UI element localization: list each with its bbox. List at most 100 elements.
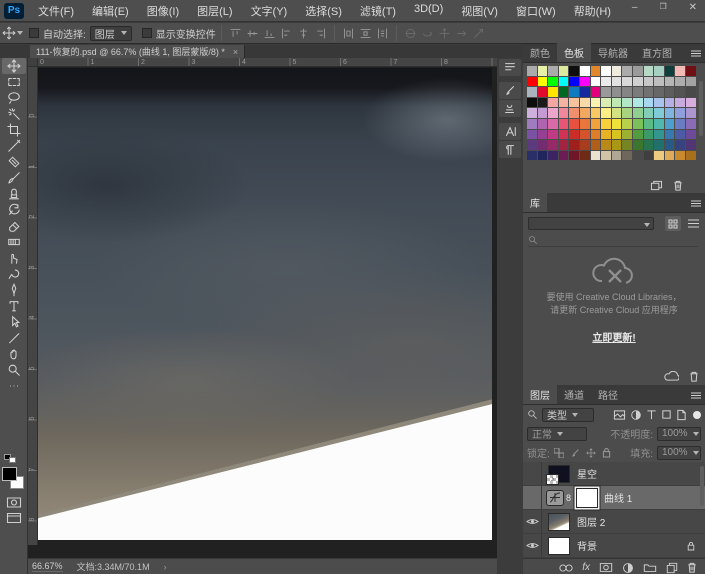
dodge-tool-icon[interactable] (2, 266, 26, 282)
tab-libraries[interactable]: 库 (523, 193, 547, 212)
color-swatch[interactable] (633, 77, 643, 87)
layer-name[interactable]: 星空 (577, 466, 597, 481)
color-swatch[interactable] (612, 108, 622, 118)
color-swatch[interactable] (601, 66, 611, 76)
color-swatch[interactable] (665, 66, 675, 76)
color-swatch[interactable] (644, 87, 654, 97)
color-swatch[interactable] (644, 98, 654, 108)
color-swatch[interactable] (559, 87, 569, 97)
color-swatch[interactable] (612, 66, 622, 76)
align-horizontal-centers-icon[interactable] (295, 26, 312, 41)
close-button[interactable]: ✕ (685, 0, 701, 15)
color-swatch[interactable] (548, 87, 558, 97)
color-swatch[interactable] (559, 130, 569, 140)
lock-all-icon[interactable] (602, 447, 611, 458)
panel-menu-icon[interactable] (691, 50, 701, 57)
marquee-tool-icon[interactable] (2, 74, 26, 90)
color-swatch[interactable] (644, 108, 654, 118)
tab-color[interactable]: 颜色 (523, 43, 557, 62)
quick-selection-tool-icon[interactable] (2, 106, 26, 122)
align-left-edges-icon[interactable] (278, 26, 295, 41)
hand-tool-icon[interactable] (2, 346, 26, 362)
color-swatch[interactable] (644, 119, 654, 129)
menu-item[interactable]: 3D(D) (406, 0, 451, 22)
color-swatch[interactable] (622, 77, 632, 87)
color-swatch[interactable] (569, 151, 579, 161)
color-swatch[interactable] (622, 108, 632, 118)
layer-thumbnail[interactable] (548, 513, 570, 531)
color-swatch[interactable] (591, 66, 601, 76)
distribute-vertical-icon[interactable] (357, 26, 374, 41)
color-swatch[interactable] (654, 108, 664, 118)
color-swatch[interactable] (622, 151, 632, 161)
fill-dropdown[interactable]: 100% (657, 446, 701, 460)
layers-scrollbar[interactable] (700, 466, 704, 506)
color-swatch[interactable] (569, 77, 579, 87)
swatches-scrollbar[interactable] (699, 81, 703, 136)
filter-adjustment-layers-icon[interactable] (630, 409, 642, 421)
color-swatch[interactable] (580, 108, 590, 118)
history-brush-tool-icon[interactable] (2, 202, 26, 218)
curves-adjustment-icon[interactable] (546, 490, 564, 506)
lasso-tool-icon[interactable] (2, 90, 26, 106)
canvas-area[interactable]: 012345678 012345678 (28, 58, 497, 558)
color-swatch[interactable] (675, 130, 685, 140)
link-layers-icon[interactable] (559, 564, 573, 572)
color-swatch[interactable] (665, 77, 675, 87)
color-swatch[interactable] (559, 66, 569, 76)
screen-mode-icon[interactable] (2, 511, 26, 525)
color-swatch[interactable] (591, 119, 601, 129)
library-search-field[interactable] (528, 234, 698, 247)
menu-item[interactable]: 选择(S) (297, 0, 350, 22)
spot-healing-tool-icon[interactable] (2, 154, 26, 170)
type-tool-icon[interactable] (2, 298, 26, 314)
color-swatch[interactable] (654, 87, 664, 97)
align-vertical-centers-icon[interactable] (244, 26, 261, 41)
color-swatch[interactable] (633, 66, 643, 76)
tab-swatches[interactable]: 色板 (557, 43, 591, 62)
color-swatch[interactable] (665, 87, 675, 97)
quick-mask-mode-icon[interactable] (2, 495, 26, 509)
layer-name[interactable]: 图层 2 (577, 514, 605, 529)
color-swatch[interactable] (686, 66, 696, 76)
menu-item[interactable]: 视图(V) (453, 0, 506, 22)
new-swatch-icon[interactable] (650, 180, 663, 191)
color-swatch[interactable] (654, 140, 664, 150)
filter-type-dropdown[interactable]: 类型 (542, 408, 594, 422)
color-swatch[interactable] (559, 140, 569, 150)
zoom-level-field[interactable]: 66.67% (32, 561, 63, 572)
color-swatch[interactable] (675, 87, 685, 97)
color-swatch[interactable] (538, 108, 548, 118)
distribute-spacing-icon[interactable] (374, 26, 391, 41)
color-swatch[interactable] (580, 87, 590, 97)
lock-position-icon[interactable] (586, 448, 596, 458)
visibility-toggle[interactable] (523, 462, 542, 485)
color-swatch[interactable] (622, 140, 632, 150)
filter-type-layers-icon[interactable] (646, 409, 657, 420)
library-select-dropdown[interactable] (528, 217, 654, 230)
color-swatch[interactable] (644, 130, 654, 140)
color-swatch[interactable] (569, 140, 579, 150)
color-swatch[interactable] (548, 66, 558, 76)
color-swatch[interactable] (675, 98, 685, 108)
color-swatch[interactable] (559, 108, 569, 118)
color-swatch[interactable] (644, 140, 654, 150)
tab-close-icon[interactable]: × (233, 47, 238, 57)
color-swatch[interactable] (580, 119, 590, 129)
color-swatch[interactable] (633, 151, 643, 161)
tab-layers[interactable]: 图层 (523, 385, 557, 404)
color-swatch[interactable] (580, 77, 590, 87)
filter-pixel-layers-icon[interactable] (613, 409, 626, 421)
lock-pixels-icon[interactable] (570, 448, 580, 458)
foreground-color-swatch[interactable] (2, 467, 17, 481)
color-swatch[interactable] (675, 108, 685, 118)
color-swatch[interactable] (527, 77, 537, 87)
cloud-sync-icon[interactable] (664, 371, 679, 382)
color-swatch[interactable] (686, 87, 696, 97)
color-swatch[interactable] (665, 140, 675, 150)
color-swatch[interactable] (622, 119, 632, 129)
color-swatch[interactable] (644, 77, 654, 87)
shape-tool-icon[interactable] (2, 330, 26, 346)
color-swatch[interactable] (527, 108, 537, 118)
color-swatch[interactable] (591, 151, 601, 161)
